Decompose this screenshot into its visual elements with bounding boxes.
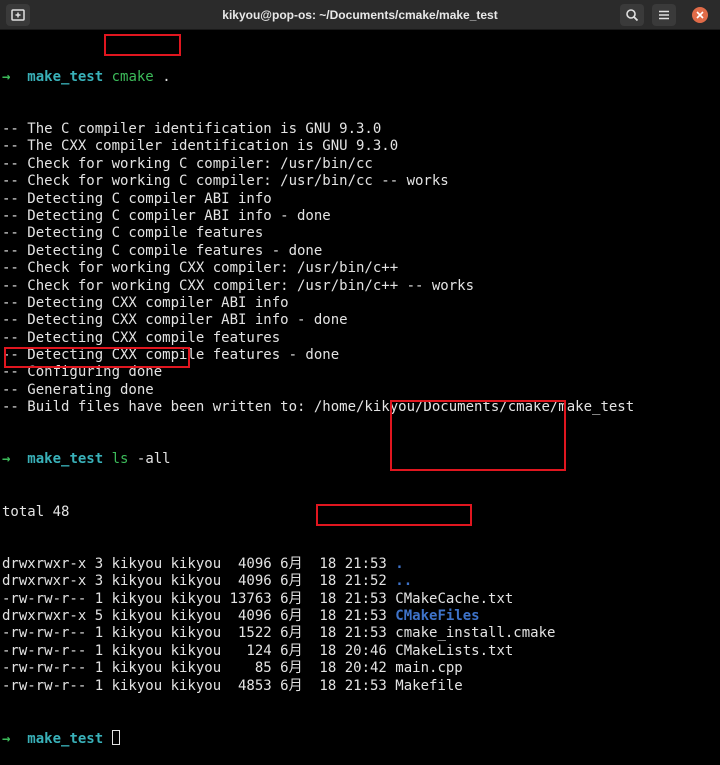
- ls-entry-meta: -rw-rw-r-- 1 kikyou kikyou 124 6月 18 20:…: [2, 642, 396, 659]
- cmake-output-line: -- Generating done: [2, 381, 154, 398]
- highlight-generated-files: [390, 400, 566, 471]
- ls-entry-name: ..: [395, 573, 413, 590]
- ls-entry: -rw-rw-r-- 1 kikyou kikyou 85 6月 18 20:4…: [2, 660, 718, 677]
- highlight-ls-command: [4, 347, 190, 368]
- cmake-output: -- The C compiler identification is GNU …: [2, 121, 718, 417]
- ls-entry-meta: -rw-rw-r-- 1 kikyou kikyou 13763 6月 18 2…: [2, 590, 396, 607]
- prompt-directory: make_test: [27, 68, 104, 85]
- search-button[interactable]: [620, 4, 644, 26]
- cmake-output-line: -- Check for working C compiler: /usr/bi…: [2, 173, 449, 190]
- command-name: ls: [111, 451, 129, 468]
- text-cursor: [111, 729, 120, 745]
- command-name: cmake: [111, 68, 154, 85]
- ls-output: drwxrwxr-x 3 kikyou kikyou 4096 6月 18 21…: [2, 556, 718, 695]
- highlight-cmake-command: [104, 34, 181, 56]
- ls-entry-meta: -rw-rw-r-- 1 kikyou kikyou 1522 6月 18 21…: [2, 625, 396, 642]
- cmake-output-line: -- Detecting C compiler ABI info - done: [2, 207, 331, 224]
- cmake-output-line: -- Detecting C compile features - done: [2, 242, 323, 259]
- cmake-output-line: -- Build files have been written to: /ho…: [2, 399, 635, 416]
- ls-entry: drwxrwxr-x 5 kikyou kikyou 4096 6月 18 21…: [2, 608, 718, 625]
- ls-entry-meta: -rw-rw-r-- 1 kikyou kikyou 85 6月 18 20:4…: [2, 660, 396, 677]
- ls-entry-name: Makefile: [395, 677, 463, 694]
- command-args: .: [162, 68, 171, 85]
- cmake-output-line: -- Detecting C compile features: [2, 225, 264, 242]
- menu-button[interactable]: [652, 4, 676, 26]
- cmake-output-line: -- Check for working CXX compiler: /usr/…: [2, 277, 475, 294]
- new-tab-button[interactable]: [6, 4, 30, 26]
- cmake-output-line: -- The CXX compiler identification is GN…: [2, 138, 399, 155]
- window-title: kikyou@pop-os: ~/Documents/cmake/make_te…: [222, 7, 498, 22]
- prompt-line-current: → make_test: [2, 729, 718, 747]
- cmake-output-line: -- Detecting CXX compiler ABI info - don…: [2, 312, 348, 329]
- cmake-output-line: -- Check for working CXX compiler: /usr/…: [2, 260, 399, 277]
- ls-entry: -rw-rw-r-- 1 kikyou kikyou 124 6月 18 20:…: [2, 643, 718, 660]
- prompt-arrow: →: [2, 730, 11, 747]
- prompt-arrow: →: [2, 68, 11, 85]
- prompt-directory: make_test: [27, 730, 104, 747]
- cmake-output-line: -- Detecting C compiler ABI info: [2, 190, 272, 207]
- ls-entry: -rw-rw-r-- 1 kikyou kikyou 4853 6月 18 21…: [2, 678, 718, 695]
- ls-entry: drwxrwxr-x 3 kikyou kikyou 4096 6月 18 21…: [2, 573, 718, 590]
- cmake-output-line: -- Check for working C compiler: /usr/bi…: [2, 155, 373, 172]
- ls-entry-name: .: [395, 555, 404, 572]
- prompt-arrow: →: [2, 451, 11, 468]
- ls-entry-meta: -rw-rw-r-- 1 kikyou kikyou 4853 6月 18 21…: [2, 677, 396, 694]
- ls-entry-name: CMakeCache.txt: [395, 590, 514, 607]
- ls-entry: drwxrwxr-x 3 kikyou kikyou 4096 6月 18 21…: [2, 556, 718, 573]
- cmake-output-line: -- Detecting CXX compile features: [2, 329, 281, 346]
- close-icon: [696, 11, 704, 19]
- prompt-line-ls: → make_test ls -all: [2, 451, 718, 468]
- ls-entry-name: CMakeLists.txt: [395, 642, 514, 659]
- ls-entry-name: CMakeFiles: [395, 608, 480, 625]
- cmake-output-line: -- The C compiler identification is GNU …: [2, 121, 382, 138]
- prompt-line-cmake: → make_test cmake .: [2, 69, 718, 86]
- window-titlebar: kikyou@pop-os: ~/Documents/cmake/make_te…: [0, 0, 720, 30]
- ls-entry-meta: drwxrwxr-x 3 kikyou kikyou 4096 6月 18 21…: [2, 573, 396, 590]
- new-tab-icon: [11, 9, 25, 21]
- ls-entry: -rw-rw-r-- 1 kikyou kikyou 1522 6月 18 21…: [2, 625, 718, 642]
- command-args: -all: [136, 451, 171, 468]
- ls-entry-name: main.cpp: [395, 660, 463, 677]
- ls-entry-meta: drwxrwxr-x 5 kikyou kikyou 4096 6月 18 21…: [2, 608, 396, 625]
- close-button[interactable]: [692, 7, 708, 23]
- search-icon: [626, 9, 639, 22]
- ls-entry-name: cmake_install.cmake: [395, 625, 556, 642]
- cmake-output-line: -- Detecting CXX compiler ABI info: [2, 294, 289, 311]
- highlight-makefile: [316, 504, 472, 526]
- ls-entry: -rw-rw-r-- 1 kikyou kikyou 13763 6月 18 2…: [2, 591, 718, 608]
- terminal-output[interactable]: → make_test cmake . -- The C compiler id…: [2, 34, 718, 765]
- prompt-directory: make_test: [27, 451, 104, 468]
- ls-entry-meta: drwxrwxr-x 3 kikyou kikyou 4096 6月 18 21…: [2, 555, 396, 572]
- hamburger-menu-icon: [659, 10, 669, 20]
